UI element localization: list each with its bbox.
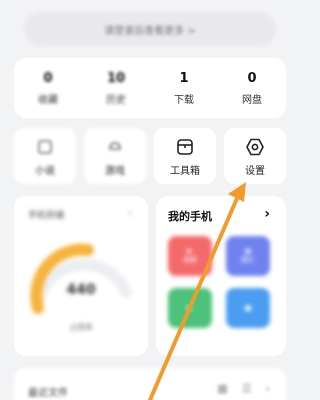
stat-downloads-label: 下载 — [174, 94, 194, 106]
app-images[interactable]: ▣ 图片 — [226, 236, 270, 276]
list-icon[interactable]: ☰ — [242, 382, 252, 395]
tile-novel[interactable]: 小说 — [14, 128, 76, 184]
chevron-right-icon[interactable]: › — [264, 206, 270, 222]
chevron-right-icon[interactable]: › — [266, 382, 270, 395]
video-icon: ▶ — [187, 247, 193, 255]
storage-card[interactable]: 手机存储 › 440 占用率 — [14, 196, 148, 356]
tile-toolbox-label: 工具箱 — [170, 165, 200, 177]
image-icon: ▣ — [244, 247, 252, 255]
stat-favorites[interactable]: 0 收藏 — [14, 58, 82, 118]
app-4-icon: ■ — [244, 304, 252, 312]
settings-icon — [244, 136, 266, 158]
tile-game[interactable]: 游戏 — [84, 128, 146, 184]
login-text: 请登录后查看更多 > — [104, 25, 196, 37]
app-3[interactable]: ▶ — [168, 288, 212, 328]
game-icon — [104, 136, 126, 158]
app-video-label: 视频 — [183, 256, 197, 264]
toolbox-icon — [174, 136, 196, 158]
stat-downloads[interactable]: 1 下载 — [150, 58, 218, 118]
my-phone-title: 我的手机 — [168, 210, 212, 223]
app-video[interactable]: ▶ 视频 — [168, 236, 212, 276]
tile-settings[interactable]: 设置 — [224, 128, 286, 184]
storage-subtitle: 占用率 — [69, 323, 93, 332]
app-3-icon: ▶ — [187, 304, 193, 312]
stats-card: 0 收藏 10 历史 1 下载 0 网盘 — [14, 58, 286, 118]
stat-history-label: 历史 — [106, 94, 126, 106]
recent-files-card[interactable]: 最近文件 ▦ ☰ › — [14, 368, 286, 400]
tile-settings-label: 设置 — [245, 165, 265, 177]
app-4[interactable]: ■ — [226, 288, 270, 328]
login-prompt[interactable]: 请登录后查看更多 > — [24, 12, 276, 46]
stat-cloud-drive-count: 0 — [247, 70, 257, 86]
stat-history[interactable]: 10 历史 — [82, 58, 150, 118]
my-phone-card[interactable]: 我的手机 › ▶ 视频 ▣ 图片 ▶ ■ — [156, 196, 286, 356]
stat-favorites-label: 收藏 — [38, 94, 58, 106]
stat-downloads-count: 1 — [179, 70, 189, 86]
stat-cloud-drive-label: 网盘 — [242, 94, 262, 106]
stat-cloud-drive[interactable]: 0 网盘 — [218, 58, 286, 118]
tile-novel-label: 小说 — [35, 165, 55, 177]
storage-value: 440 — [66, 282, 96, 298]
app-images-label: 图片 — [241, 256, 255, 264]
tile-toolbox[interactable]: 工具箱 — [154, 128, 216, 184]
book-icon — [34, 136, 56, 158]
recent-files-title: 最近文件 — [28, 388, 68, 399]
grid-icon[interactable]: ▦ — [217, 382, 227, 395]
stat-favorites-count: 0 — [43, 70, 53, 86]
tile-game-label: 游戏 — [105, 165, 125, 177]
stat-history-count: 10 — [106, 70, 126, 86]
